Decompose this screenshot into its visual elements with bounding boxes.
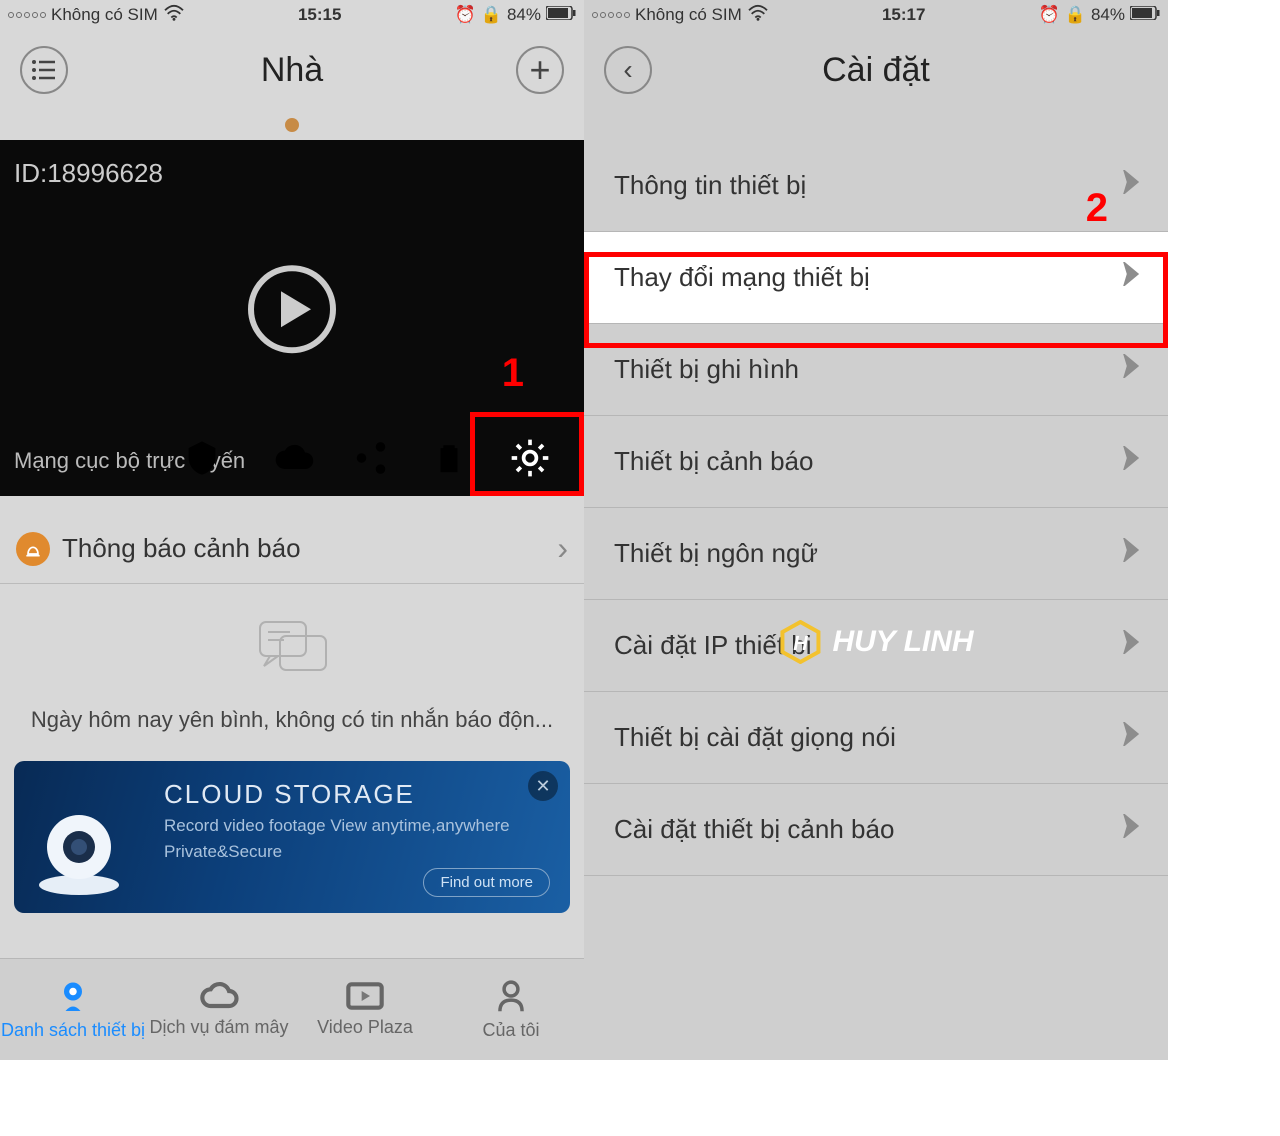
battery-icon <box>1130 5 1160 25</box>
cloud-storage-banner[interactable]: CLOUD STORAGE Record video footage View … <box>14 761 570 913</box>
row-language-device[interactable]: Thiết bị ngôn ngữ <box>584 508 1168 600</box>
alert-row[interactable]: Thông báo cảnh báo › <box>0 514 584 584</box>
status-bar: Không có SIM 15:17 ⏰ 🔒 84% <box>584 0 1168 30</box>
tab-label: Video Plaza <box>317 1017 413 1038</box>
play-button[interactable] <box>248 265 336 353</box>
chevron-right-icon <box>1122 262 1140 293</box>
page-title: Nhà <box>261 51 323 90</box>
share-icon[interactable] <box>352 439 390 483</box>
lock-icon: 🔒 <box>481 5 502 25</box>
nav-bar: Nhà + <box>0 30 584 110</box>
right-phone: Không có SIM 15:17 ⏰ 🔒 84% ‹ Cài đặt Thô… <box>584 0 1168 1060</box>
chevron-right-icon <box>1122 630 1140 661</box>
carrier-label: Không có SIM <box>635 5 742 25</box>
shield-icon[interactable] <box>182 438 222 484</box>
status-bar: Không có SIM 15:15 ⏰ 🔒 84% <box>0 0 584 30</box>
annotation-label-1: 1 <box>502 351 524 396</box>
empty-chat-icon <box>20 614 564 689</box>
row-alarm-device[interactable]: Thiết bị cảnh báo <box>584 416 1168 508</box>
chevron-right-icon <box>1122 170 1140 201</box>
left-phone: Không có SIM 15:15 ⏰ 🔒 84% Nhà + ID:1899… <box>0 0 584 1060</box>
camera-card: ID:18996628 Mạng cục bộ trực tuyến 1 <box>0 140 584 496</box>
signal-dots-icon <box>8 12 46 18</box>
tab-label: Dịch vụ đám mây <box>149 1017 288 1038</box>
add-button[interactable]: + <box>516 46 564 94</box>
clock-label: 15:15 <box>298 5 341 25</box>
carrier-label: Không có SIM <box>51 5 158 25</box>
camera-illustration-icon <box>34 807 124 897</box>
tab-cloud-service[interactable]: Dịch vụ đám mây <box>146 959 292 1060</box>
battery-icon <box>546 5 576 25</box>
alarm-icon: ⏰ <box>455 5 476 25</box>
clock-label: 15:17 <box>882 5 925 25</box>
annotation-box-1 <box>470 412 584 496</box>
alert-icon <box>16 532 50 566</box>
chevron-right-icon <box>1122 446 1140 477</box>
settings-list: Thông tin thiết bị Thay đổi mạng thiết b… <box>584 140 1168 876</box>
page-indicator <box>0 110 584 140</box>
chevron-right-icon: › <box>557 530 568 567</box>
row-label: Thiết bị cảnh báo <box>614 446 813 477</box>
row-label: Thông tin thiết bị <box>614 170 806 201</box>
close-icon[interactable]: ✕ <box>528 771 558 801</box>
row-label: Thiết bị cài đặt giọng nói <box>614 722 896 753</box>
row-voice-settings[interactable]: Thiết bị cài đặt giọng nói <box>584 692 1168 784</box>
row-recording-device[interactable]: Thiết bị ghi hình <box>584 324 1168 416</box>
chevron-right-icon <box>1122 814 1140 845</box>
empty-text: Ngày hôm nay yên bình, không có tin nhắn… <box>20 707 564 733</box>
battery-percent: 84% <box>1091 5 1125 25</box>
back-button[interactable]: ‹ <box>604 46 652 94</box>
row-device-info[interactable]: Thông tin thiết bị <box>584 140 1168 232</box>
banner-cta-button[interactable]: Find out more <box>423 868 550 897</box>
banner-line2: Private&Secure <box>164 842 548 862</box>
wifi-icon <box>747 4 769 27</box>
banner-title: CLOUD STORAGE <box>164 779 548 810</box>
row-ip-settings[interactable]: Cài đặt IP thiết bị <box>584 600 1168 692</box>
empty-state: Ngày hôm nay yên bình, không có tin nhắn… <box>0 584 584 743</box>
row-label: Thiết bị ghi hình <box>614 354 799 385</box>
alert-label: Thông báo cảnh báo <box>62 533 301 564</box>
nav-bar: ‹ Cài đặt <box>584 30 1168 110</box>
page-title: Cài đặt <box>822 51 930 90</box>
chevron-right-icon <box>1122 538 1140 569</box>
cloud-icon[interactable] <box>272 441 316 481</box>
row-label: Cài đặt thiết bị cảnh báo <box>614 814 894 845</box>
row-label: Cài đặt IP thiết bị <box>614 630 812 661</box>
lock-icon: 🔒 <box>1065 5 1086 25</box>
chevron-right-icon <box>1122 354 1140 385</box>
chevron-right-icon <box>1122 722 1140 753</box>
wifi-icon <box>163 4 185 27</box>
alarm-icon: ⏰ <box>1039 5 1060 25</box>
tab-label: Danh sách thiết bị <box>1 1020 145 1041</box>
tab-device-list[interactable]: Danh sách thiết bị <box>0 959 146 1060</box>
tab-mine[interactable]: Của tôi <box>438 959 584 1060</box>
tab-label: Của tôi <box>482 1020 539 1041</box>
signal-dots-icon <box>592 12 630 18</box>
row-label: Thiết bị ngôn ngữ <box>614 538 818 569</box>
row-change-network[interactable]: Thay đổi mạng thiết bị <box>584 232 1168 324</box>
trash-icon[interactable] <box>432 439 466 483</box>
tab-video-plaza[interactable]: Video Plaza <box>292 959 438 1060</box>
annotation-label-2: 2 <box>1086 186 1108 231</box>
tab-bar: Danh sách thiết bị Dịch vụ đám mây Video… <box>0 958 584 1060</box>
menu-button[interactable] <box>20 46 68 94</box>
row-alarm-settings[interactable]: Cài đặt thiết bị cảnh báo <box>584 784 1168 876</box>
row-label: Thay đổi mạng thiết bị <box>614 262 870 293</box>
battery-percent: 84% <box>507 5 541 25</box>
banner-line1: Record video footage View anytime,anywhe… <box>164 816 548 836</box>
device-id-label: ID:18996628 <box>0 140 584 207</box>
